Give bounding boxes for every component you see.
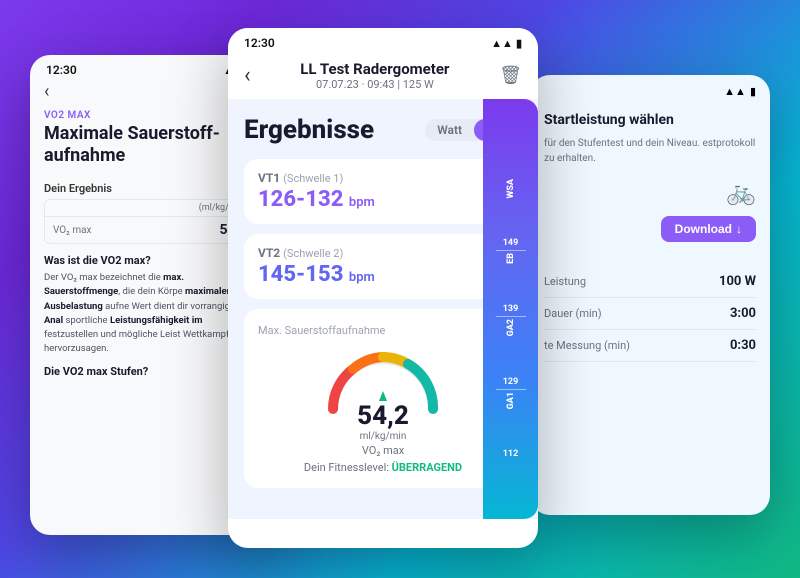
param-value-leistung: 100 W: [719, 274, 756, 289]
bar-label-eb: EB: [506, 253, 516, 264]
param-row-leistung: Leistung 100 W: [544, 266, 756, 298]
param-row-messung: te Messung (min) 0:30: [544, 330, 756, 362]
right-status-bar: ▲▲ ▮: [530, 75, 770, 102]
center-phone: 12:30 ▲▲ ▮ ‹ LL Test Radergometer 07.07.…: [228, 28, 538, 548]
toggle-watt[interactable]: Watt: [425, 119, 474, 141]
center-status-icons: ▲▲ ▮: [491, 37, 522, 50]
bar-label-ga1: GA1: [506, 392, 516, 409]
vt2-label: VT2 (Schwelle 2): [258, 246, 508, 260]
nav-title-text: LL Test Radergometer: [300, 60, 449, 78]
vo2-label: VO2 MAX: [44, 110, 256, 121]
vo2-gauge-card: Max. Sauerstoffaufnahme i: [244, 309, 522, 488]
download-label: Download: [675, 222, 732, 236]
center-time: 12:30: [244, 36, 275, 50]
download-button[interactable]: Download ↓: [661, 216, 756, 242]
param-value-dauer: 3:00: [730, 306, 756, 321]
gauge-svg: [318, 339, 448, 419]
right-signal-icon: ▲▲: [724, 85, 746, 98]
right-phone: ▲▲ ▮ Startleistung wählen für den Stufen…: [530, 75, 770, 515]
center-nav: ‹ LL Test Radergometer 07.07.23 · 09:43 …: [228, 54, 538, 99]
was-ist-title: Was ist die VO2 max?: [44, 254, 256, 267]
table-header: (ml/kg/min): [45, 200, 255, 217]
results-title: Ergebnisse: [244, 115, 374, 145]
vo2-section-label: Max. Sauerstoffaufnahme i: [258, 323, 508, 337]
param-label-leistung: Leistung: [544, 275, 586, 288]
param-label-messung: te Messung (min): [544, 339, 630, 352]
right-body-text: für den Stufentest und dein Niveau. estp…: [544, 136, 756, 166]
right-bar: WSA 149 EB 139 GA2 129 GA1 112: [483, 99, 538, 519]
param-label-dauer: Dauer (min): [544, 307, 602, 320]
gauge-sublabel: VO₂ max: [357, 444, 409, 457]
stufen-title: Die VO2 max Stufen?: [44, 365, 256, 378]
nav-subtitle: 07.07.23 · 09:43 | 125 W: [300, 78, 449, 91]
gauge-unit: ml/kg/min: [357, 431, 409, 442]
vt1-value: 126-132 bpm: [258, 187, 508, 212]
gauge-container: 54,2 ml/kg/min VO₂ max Dein Fitnesslevel…: [258, 339, 508, 474]
center-signal-icon: ▲▲: [491, 37, 513, 50]
param-row-dauer: Dauer (min) 3:00: [544, 298, 756, 330]
fitness-level: Dein Fitnesslevel: ÜBERRAGEND: [304, 461, 462, 474]
vt1-label: VT1 (Schwelle 1): [258, 171, 508, 185]
center-back-button[interactable]: ‹: [244, 63, 251, 88]
right-content: Startleistung wählen für den Stufentest …: [530, 102, 770, 372]
nav-title-block: LL Test Radergometer 07.07.23 · 09:43 | …: [300, 60, 449, 91]
gauge-wrap: [318, 339, 448, 419]
bar-number-129: 129: [503, 377, 519, 387]
bar-number-139: 139: [503, 304, 519, 314]
results-header: Ergebnisse Watt bpm: [244, 115, 522, 145]
bar-label-wsa: WSA: [506, 179, 516, 199]
left-time: 12:30: [46, 63, 77, 77]
bar-number-112: 112: [503, 449, 519, 459]
left-title: Maximale Sauerstoff-aufnahme: [44, 123, 256, 166]
table-key: VO₂ max: [53, 225, 92, 236]
center-battery-icon: ▮: [516, 37, 522, 50]
param-value-messung: 0:30: [730, 338, 756, 353]
vt2-value: 145-153 bpm: [258, 262, 508, 287]
center-status-bar: 12:30 ▲▲ ▮: [228, 28, 538, 54]
bar-number-149: 149: [503, 238, 519, 248]
startleistung-title: Startleistung wählen: [544, 112, 756, 128]
result-table: (ml/kg/min) VO₂ max 54,2: [44, 199, 256, 244]
download-icon: ↓: [736, 222, 742, 236]
trash-icon[interactable]: 🗑: [499, 65, 522, 86]
vt1-card: i VT1 (Schwelle 1) 126-132 bpm: [244, 159, 522, 224]
fitness-level-value: ÜBERRAGEND: [392, 461, 462, 474]
body-text-main: Der VO₂ max bezeichnet die max. Sauersto…: [44, 271, 256, 357]
center-content: Ergebnisse Watt bpm i VT1 (Schwelle 1) 1…: [228, 99, 538, 519]
bike-icon: 🚲: [726, 178, 756, 206]
bar-label-ga2: GA2: [506, 319, 516, 336]
right-battery-icon: ▮: [750, 85, 756, 98]
left-back-button[interactable]: ‹: [44, 81, 256, 102]
dein-ergebnis-label: Dein Ergebnis: [44, 182, 256, 195]
table-row: VO₂ max 54,2: [45, 217, 255, 243]
vt2-card: i VT2 (Schwelle 2) 145-153 bpm: [244, 234, 522, 299]
